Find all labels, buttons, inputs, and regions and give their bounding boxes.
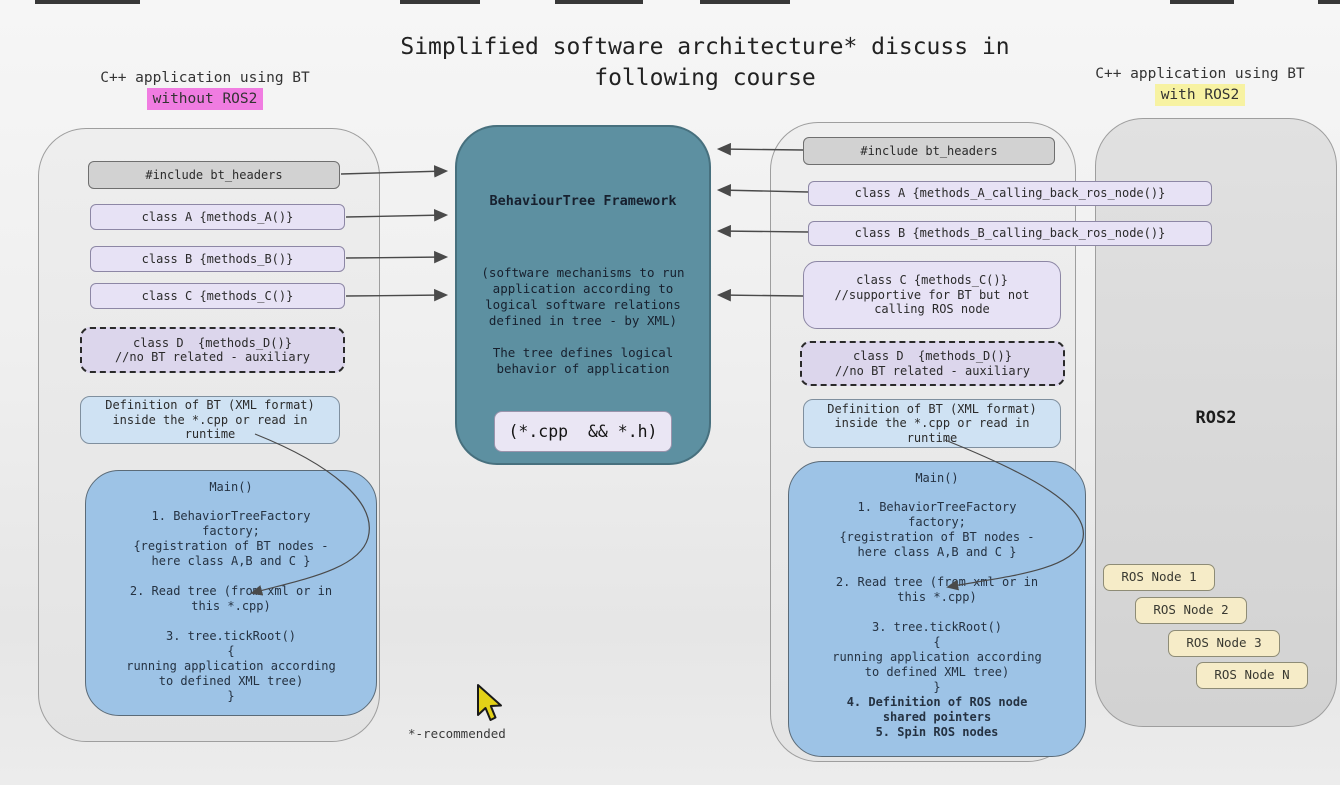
architecture-slide: Simplified software architecture* discus… <box>0 0 1340 785</box>
cursor-icon <box>468 682 508 728</box>
right-header-text: C++ application using BT <box>1068 64 1332 84</box>
top-edge-artifact <box>1318 0 1340 4</box>
slide-title: Simplified software architecture* discus… <box>300 32 1110 94</box>
ros2-title: ROS2 <box>1095 408 1337 428</box>
left-class-d-box: class D {methods_D()} //no BT related - … <box>80 327 345 373</box>
left-header-text: C++ application using BT <box>60 68 350 88</box>
right-main-ros-steps: 4. Definition of ROS node shared pointer… <box>847 695 1028 740</box>
right-class-d-box: class D {methods_D()} //no BT related - … <box>800 341 1065 386</box>
right-class-b-box: class B {methods_B_calling_back_ros_node… <box>808 221 1212 246</box>
ros-node-2: ROS Node 2 <box>1135 597 1247 624</box>
top-edge-artifact <box>700 0 790 4</box>
top-edge-artifact <box>1170 0 1234 4</box>
left-header-highlight: without ROS2 <box>147 88 264 110</box>
framework-description-2: The tree defines logical behavior of app… <box>493 345 674 377</box>
ros-node-1: ROS Node 1 <box>1103 564 1215 591</box>
left-main-body: 1. BehaviorTreeFactory factory; {registr… <box>126 509 336 704</box>
left-class-b-box: class B {methods_B()} <box>90 246 345 272</box>
behaviourtree-framework-box: BehaviourTree Framework (software mechan… <box>455 125 711 465</box>
left-column-header: C++ application using BT without ROS2 <box>60 68 350 110</box>
left-main-title: Main() <box>209 480 252 495</box>
right-main-title: Main() <box>915 471 958 486</box>
ros-node-n: ROS Node N <box>1196 662 1308 689</box>
slide-title-line2: following course <box>300 63 1110 94</box>
right-column-header: C++ application using BT with ROS2 <box>1068 64 1332 106</box>
left-class-c-box: class C {methods_C()} <box>90 283 345 309</box>
right-include-box: #include bt_headers <box>803 137 1055 165</box>
top-edge-artifact <box>555 0 643 4</box>
right-class-a-box: class A {methods_A_calling_back_ros_node… <box>808 181 1212 206</box>
ros-node-3: ROS Node 3 <box>1168 630 1280 657</box>
right-main-body: 1. BehaviorTreeFactory factory; {registr… <box>832 500 1042 695</box>
top-edge-artifact <box>400 0 480 4</box>
top-edge-artifact <box>35 0 140 4</box>
slide-title-line1: Simplified software architecture* discus… <box>300 32 1110 63</box>
framework-files-box: (*.cpp && *.h) <box>494 411 672 452</box>
right-main-box: Main() 1. BehaviorTreeFactory factory; {… <box>788 461 1086 757</box>
right-header-highlight: with ROS2 <box>1155 84 1246 106</box>
right-class-c-box: class C {methods_C()} //supportive for B… <box>803 261 1061 329</box>
recommended-footnote: *-recommended <box>408 726 506 741</box>
left-bt-definition-box: Definition of BT (XML format) inside the… <box>80 396 340 444</box>
left-include-box: #include bt_headers <box>88 161 340 189</box>
framework-title: BehaviourTree Framework <box>490 193 677 209</box>
left-main-box: Main() 1. BehaviorTreeFactory factory; {… <box>85 470 377 716</box>
right-bt-definition-box: Definition of BT (XML format) inside the… <box>803 399 1061 448</box>
left-class-a-box: class A {methods_A()} <box>90 204 345 230</box>
framework-description: (software mechanisms to run application … <box>481 265 684 329</box>
